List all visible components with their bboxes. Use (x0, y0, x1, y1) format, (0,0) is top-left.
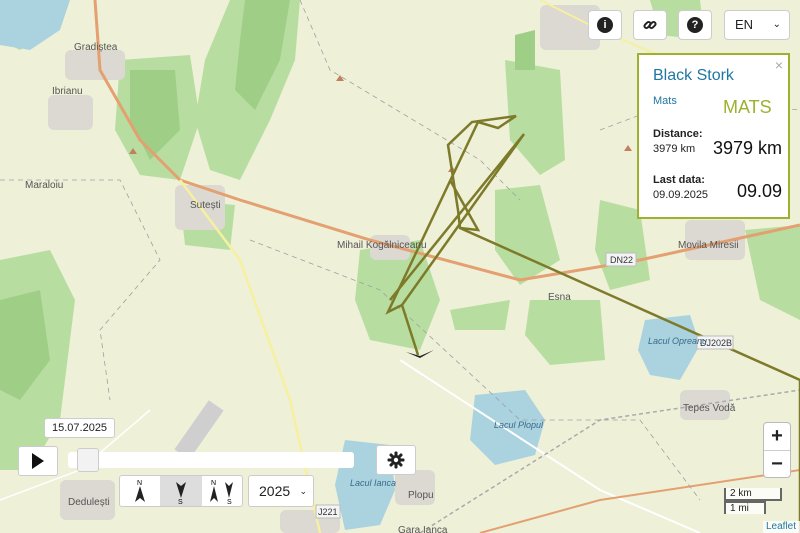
svg-text:S: S (178, 499, 183, 504)
zoom-control: + − (763, 422, 791, 478)
link-button[interactable] (633, 10, 667, 40)
direction-north-button[interactable]: N (120, 476, 161, 506)
place-esna: Esna (548, 292, 571, 303)
language-select[interactable]: EN ⌄ (724, 10, 790, 40)
distance-label: Distance: (653, 128, 703, 140)
direction-south-button[interactable]: S (161, 476, 202, 506)
distance-large: 3979 km (712, 138, 782, 158)
north-arrow-icon: N (135, 480, 145, 502)
link-icon (643, 20, 657, 30)
gear-icon (387, 451, 405, 469)
place-gara-ianca: Gara Ianca (398, 525, 448, 533)
lake-plopul: Lacul Plopul (494, 420, 544, 430)
scale-imperial: 1 mi (724, 501, 766, 514)
place-dedulesti: Dedulești (68, 497, 110, 508)
lake-opreanu: Lacul Opreanu (648, 336, 707, 346)
place-maraloiu: Maraloiu (25, 180, 63, 191)
place-plopu: Plopu (408, 490, 434, 501)
zoom-out-button[interactable]: − (764, 451, 790, 478)
place-sutesti: Sutești (190, 200, 221, 211)
timeline-slider-handle[interactable] (77, 448, 100, 472)
info-icon: i (597, 17, 613, 33)
place-tepes-voda: Tepes Vodă (683, 403, 736, 414)
last-data-label: Last data: (653, 174, 705, 186)
road-dn22: DN22 (610, 255, 633, 265)
bird-info-panel: × Black Stork Mats MATS Distance: 3979 k… (637, 53, 790, 219)
scale-bar: 2 km 1 mi (724, 488, 782, 514)
current-date-tooltip: 15.07.2025 (44, 418, 116, 438)
direction-both-button[interactable]: NS (202, 476, 242, 506)
play-icon (32, 453, 44, 469)
attribution-link[interactable]: Leaflet (763, 521, 800, 533)
south-arrow-icon: S (176, 482, 186, 504)
help-icon: ? (687, 17, 703, 33)
play-button[interactable] (18, 446, 58, 476)
settings-button[interactable] (376, 445, 416, 475)
year-value: 2025 (259, 483, 291, 499)
distance-value: 3979 km (653, 143, 696, 155)
svg-text:S: S (227, 499, 232, 504)
place-gradistea: Gradiștea (74, 42, 118, 53)
bird-name[interactable]: Mats (653, 95, 677, 107)
svg-text:N: N (211, 480, 216, 487)
road-j221: J221 (318, 507, 338, 517)
info-button[interactable]: i (588, 10, 622, 40)
last-data-value: 09.09.2025 (653, 189, 709, 201)
language-value: EN (735, 17, 754, 32)
help-button[interactable]: ? (678, 10, 712, 40)
year-select[interactable]: 2025 ⌄ (248, 475, 314, 507)
zoom-in-button[interactable]: + (764, 423, 790, 451)
direction-selector: N S NS (119, 475, 243, 507)
chevron-down-icon: ⌄ (299, 486, 307, 496)
bird-name-large: MATS (723, 97, 772, 117)
scale-metric: 2 km (724, 488, 782, 501)
timeline-slider-track[interactable] (68, 452, 354, 468)
lake-ianca: Lacul Ianca (350, 478, 396, 488)
chevron-down-icon: ⌄ (772, 19, 781, 30)
place-ibrianu: Ibrianu (52, 86, 83, 97)
north-south-arrows-icon: NS (210, 480, 233, 504)
close-icon[interactable]: × (775, 57, 783, 73)
svg-text:N: N (137, 480, 142, 487)
place-kogalniceanu: Mihail Kogălniceanu (337, 240, 427, 251)
place-movila-miresii: Movila Miresii (678, 240, 739, 251)
last-data-large: 09.09 (736, 181, 782, 201)
species-name[interactable]: Black Stork (653, 67, 734, 85)
